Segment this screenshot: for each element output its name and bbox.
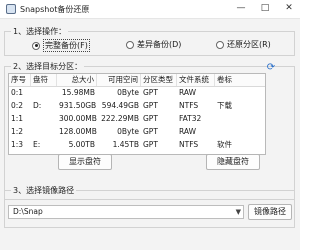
radio-full-backup[interactable]: 完整备份(F) bbox=[32, 39, 90, 52]
radio-full-backup-label[interactable]: 完整备份(F) bbox=[43, 39, 90, 52]
radio-diff-backup-circle[interactable] bbox=[126, 40, 134, 49]
radio-restore-label[interactable]: 还原分区(R) bbox=[227, 39, 271, 50]
table-cell-free: 222.29MB bbox=[101, 114, 139, 123]
table-cell-total: 5.00TB bbox=[68, 140, 95, 149]
maximize-button[interactable]: □ bbox=[260, 3, 270, 13]
col-header-fs[interactable]: 文件系统 bbox=[177, 74, 215, 86]
col-header-label[interactable]: 卷标 bbox=[215, 74, 265, 86]
col-header-total[interactable]: 总大小 bbox=[57, 74, 97, 86]
table-cell-drive bbox=[31, 126, 57, 139]
table-cell-label: 下载 bbox=[217, 101, 232, 110]
partition-legend: 2、选择目标分区： bbox=[11, 61, 85, 72]
table-cell-fs: RAW bbox=[179, 127, 197, 136]
table-cell-free: 1.45TB bbox=[112, 140, 139, 149]
table-row[interactable]: 1:1 300.00MB 222.29MB GPT FAT32 bbox=[9, 113, 265, 126]
table-cell-index: 0:1 bbox=[11, 88, 24, 97]
main-panel: 1、选择操作： 完整备份(F) 差异备份(D) 还原分区(R) 2、选择目标分区… bbox=[0, 19, 300, 250]
table-cell-label bbox=[215, 87, 265, 100]
operation-legend: 1、选择操作： bbox=[11, 26, 69, 37]
table-cell-index: 1:3 bbox=[11, 140, 24, 149]
table-cell-drive: E: bbox=[33, 140, 41, 149]
table-cell-part-type: GPT bbox=[143, 88, 158, 97]
window-title: Snapshot备份还原 bbox=[20, 4, 90, 14]
table-cell-fs: NTFS bbox=[179, 140, 199, 149]
radio-diff-backup[interactable]: 差异备份(D) bbox=[126, 39, 181, 50]
table-cell-drive bbox=[31, 87, 57, 100]
table-cell-part-type: GPT bbox=[143, 114, 158, 123]
table-cell-fs: RAW bbox=[179, 88, 197, 97]
table-cell-free: 594.49GB bbox=[101, 101, 139, 110]
table-row[interactable]: 1:2 128.00MB 0Byte GPT RAW bbox=[9, 126, 265, 139]
table-cell-free: 0Byte bbox=[117, 88, 139, 97]
partition-list-header: 序号 盘符 总大小 可用空间 分区类型 文件系统 卷标 bbox=[9, 74, 265, 87]
table-row[interactable]: 0:2 D: 931.50GB 594.49GB GPT NTFS 下载 bbox=[9, 100, 265, 113]
table-cell-index: 0:2 bbox=[11, 101, 24, 110]
table-cell-index: 1:2 bbox=[11, 127, 24, 136]
chevron-down-icon[interactable]: ▼ bbox=[236, 206, 241, 218]
radio-diff-backup-label[interactable]: 差异备份(D) bbox=[137, 39, 181, 50]
refresh-icon[interactable]: ⟳ bbox=[266, 63, 276, 73]
table-cell-part-type: GPT bbox=[143, 101, 158, 110]
table-cell-label bbox=[215, 126, 265, 139]
table-row[interactable]: 0:1 15.98MB 0Byte GPT RAW bbox=[9, 87, 265, 100]
table-cell-label bbox=[215, 113, 265, 126]
table-cell-part-type: GPT bbox=[143, 127, 158, 136]
table-cell-drive: D: bbox=[33, 101, 42, 110]
table-cell-drive bbox=[31, 113, 57, 126]
table-cell-total: 300.00MB bbox=[59, 114, 97, 123]
table-cell-part-type: GPT bbox=[143, 140, 158, 149]
table-cell-fs: FAT32 bbox=[179, 114, 202, 123]
table-cell-label: 软件 bbox=[217, 140, 232, 149]
table-cell-total: 15.98MB bbox=[61, 88, 95, 97]
col-header-free[interactable]: 可用空间 bbox=[97, 74, 141, 86]
col-header-drive[interactable]: 盘符 bbox=[31, 74, 57, 86]
col-header-part-type[interactable]: 分区类型 bbox=[141, 74, 177, 86]
close-button[interactable]: ✕ bbox=[284, 3, 294, 13]
show-drive-button[interactable]: 显示盘符 bbox=[58, 154, 112, 170]
title-bar: Snapshot备份还原 — □ ✕ bbox=[0, 0, 300, 19]
image-path-input[interactable]: D:\Snap ▼ bbox=[8, 205, 244, 219]
hide-drive-button[interactable]: 隐藏盘符 bbox=[206, 154, 260, 170]
table-cell-total: 128.00MB bbox=[59, 127, 97, 136]
table-cell-total: 931.50GB bbox=[59, 101, 97, 110]
radio-full-backup-circle[interactable] bbox=[32, 41, 40, 50]
radio-restore[interactable]: 还原分区(R) bbox=[216, 39, 271, 50]
col-header-index[interactable]: 序号 bbox=[9, 74, 31, 86]
table-row[interactable]: 1:3 E: 5.00TB 1.45TB GPT NTFS 软件 bbox=[9, 139, 265, 152]
partition-list[interactable]: 序号 盘符 总大小 可用空间 分区类型 文件系统 卷标 0:1 15.98MB 0B… bbox=[8, 73, 266, 155]
browse-path-button[interactable]: 镜像路径 bbox=[248, 204, 292, 220]
app-icon bbox=[6, 4, 16, 14]
path-legend: 3、选择镜像路径 bbox=[11, 185, 77, 196]
minimize-button[interactable]: — bbox=[236, 3, 246, 13]
image-path-value: D:\Snap bbox=[13, 207, 43, 216]
table-cell-free: 0Byte bbox=[117, 127, 139, 136]
table-cell-index: 1:1 bbox=[11, 114, 24, 123]
table-cell-fs: NTFS bbox=[179, 101, 199, 110]
radio-restore-circle[interactable] bbox=[216, 40, 224, 49]
